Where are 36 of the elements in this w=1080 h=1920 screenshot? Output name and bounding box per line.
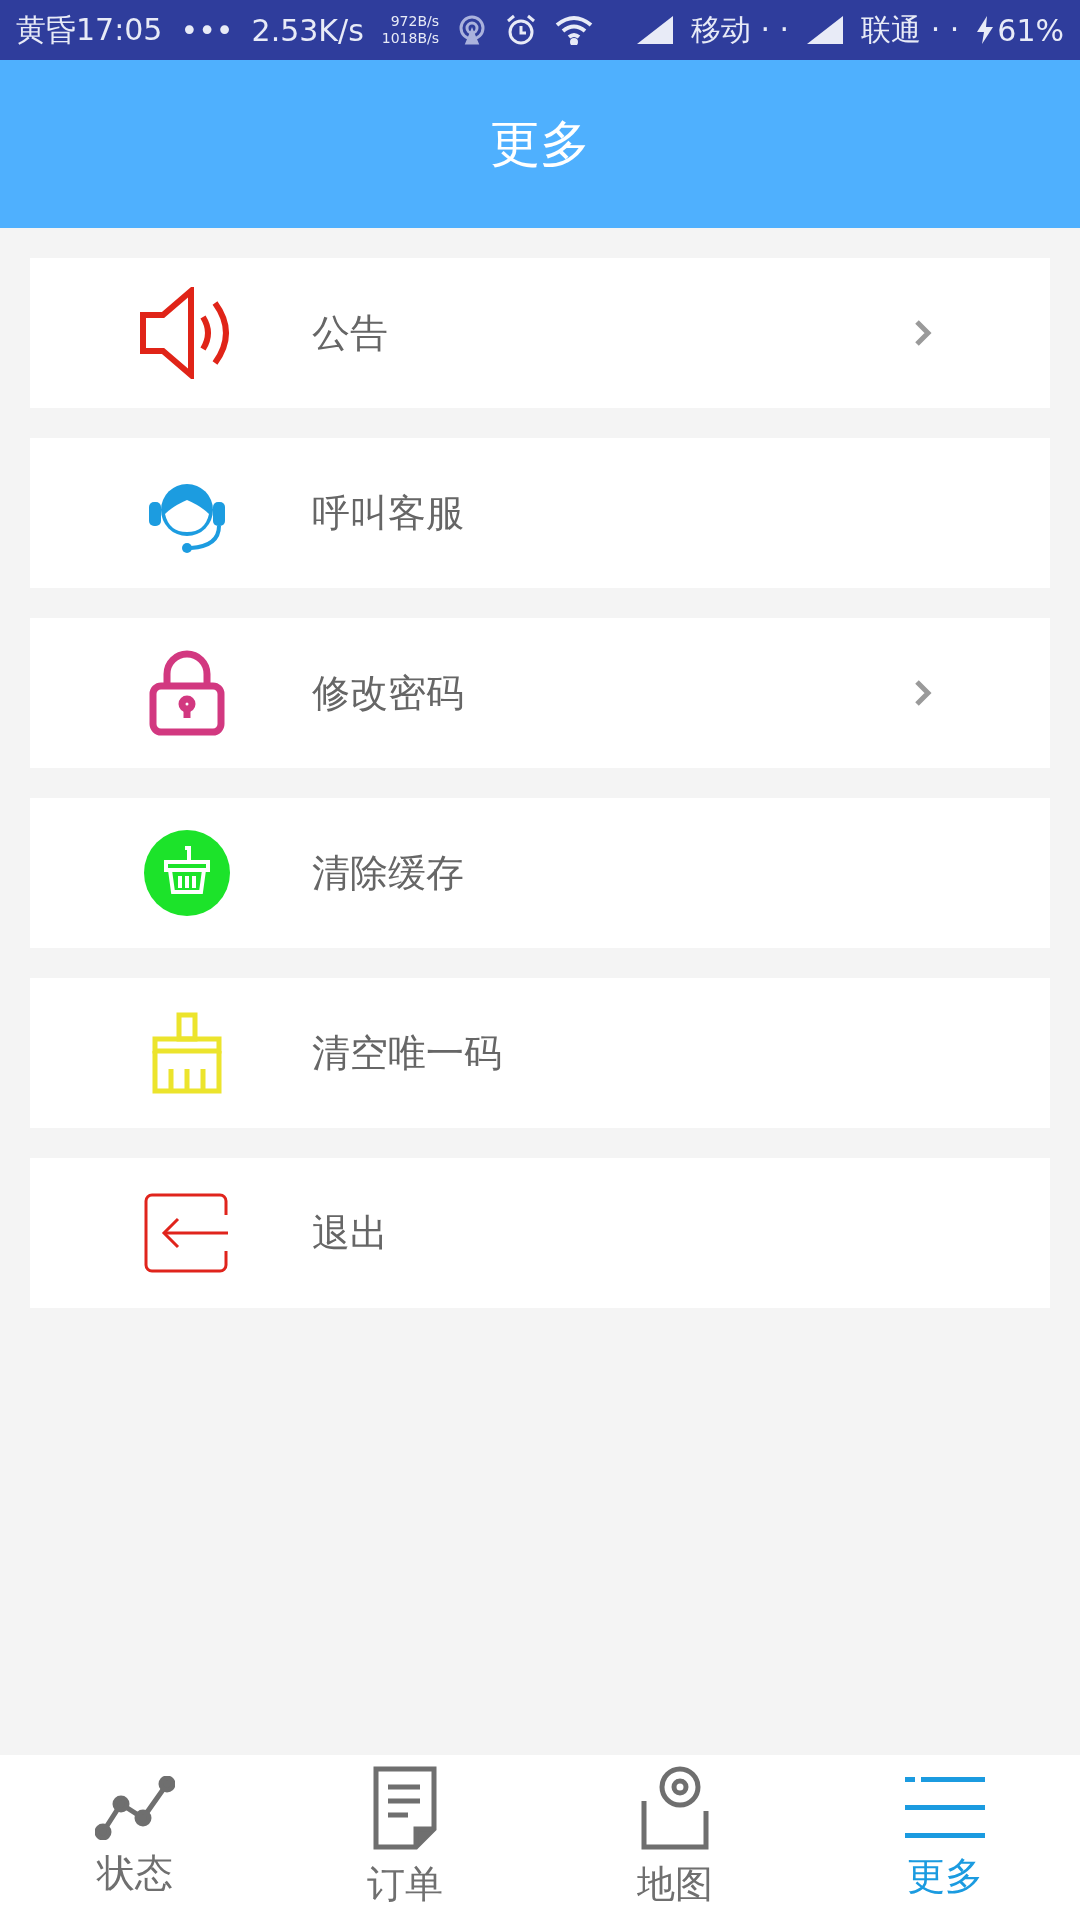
alarm-icon [505, 14, 538, 46]
signal-icon [807, 16, 844, 44]
network-speed: 2.53K/s [251, 12, 364, 48]
menu-item[interactable]: 公告 [30, 258, 1050, 408]
menu-item[interactable]: 修改密码 [30, 618, 1050, 768]
tab[interactable]: 状态 [0, 1755, 270, 1920]
menu-label: 清除缓存 [312, 849, 465, 897]
tab[interactable]: 地图 [540, 1755, 810, 1920]
tab[interactable]: 更多 [810, 1755, 1080, 1920]
lock-icon [149, 650, 225, 736]
map-pin-icon [640, 1765, 710, 1851]
basket-icon [144, 830, 230, 916]
charging-icon [977, 16, 994, 44]
menu-label: 呼叫客服 [312, 489, 465, 537]
line-chart-icon [95, 1776, 175, 1840]
menu-item[interactable]: 呼叫客服 [30, 438, 1050, 588]
upload-speed: 972B/s [390, 13, 440, 30]
menu-item[interactable]: 清除缓存 [30, 798, 1050, 948]
download-speed: 1018B/s [381, 30, 440, 47]
menu-label: 退出 [312, 1209, 389, 1257]
carrier-name: 移动 · · [691, 10, 790, 49]
page-title: 更多 [490, 113, 590, 175]
battery-level: 61% [997, 12, 1064, 48]
menu-label: 修改密码 [312, 669, 465, 717]
signal-icon [637, 16, 673, 44]
menu-item[interactable]: 清空唯一码 [30, 978, 1050, 1128]
status-time: 黄昏17:05 [16, 10, 163, 49]
menu-item[interactable]: 退出 [30, 1158, 1050, 1308]
document-icon [372, 1765, 438, 1851]
menu-label: 清空唯一码 [312, 1029, 503, 1077]
exit-icon [144, 1193, 230, 1273]
carrier-name: 联通 · · [861, 10, 960, 49]
status-dots: ••• [180, 12, 234, 48]
wifi-icon [555, 15, 594, 45]
menu-label: 公告 [312, 309, 389, 357]
tab[interactable]: 订单 [270, 1755, 540, 1920]
